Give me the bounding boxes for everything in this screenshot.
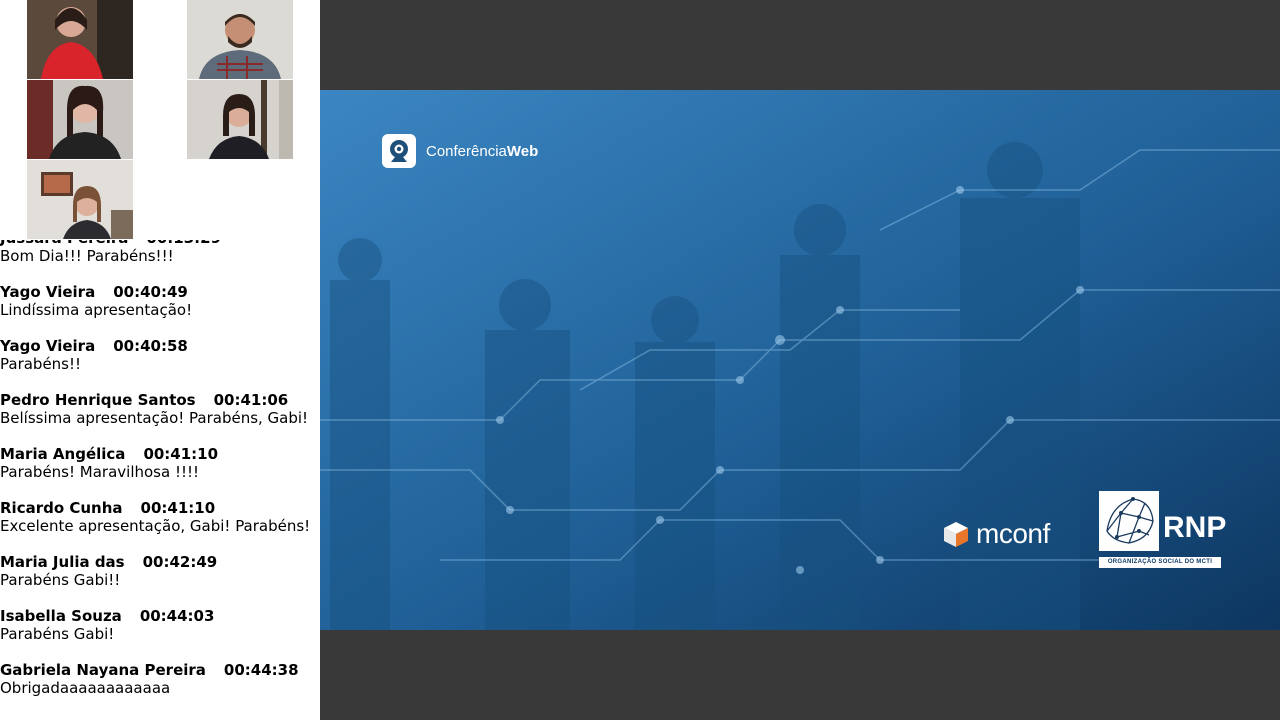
chat-message-header: Gabriela Nayana Pereira 00:44:38 (0, 661, 320, 679)
mconf-label: mconf (976, 518, 1050, 549)
chat-message: Yago Vieira 00:40:49 Lindíssima apresentaç… (0, 283, 320, 319)
rnp-label: RNP (1163, 511, 1227, 544)
chat-author: Yago Vieira (0, 283, 96, 301)
chat-message: Maria Angélica 00:41:10 Parabéns! Maravilh… (0, 445, 320, 481)
chat-timestamp: 00:40:49 (113, 283, 188, 301)
chat-text: Parabéns Gabi! (0, 625, 115, 643)
chat-timestamp: 00:44:03 (139, 607, 215, 625)
webcam-video-3[interactable] (27, 80, 133, 159)
chat-message: Ricardo Cunha 00:41:10 Excelente apresenta… (0, 499, 320, 535)
chat-author: Maria Angélica (0, 445, 126, 463)
chat-message: Pedro Henrique Santos 00:41:06 Belíssima a… (0, 391, 320, 427)
webcam-video-5[interactable] (27, 160, 133, 239)
chat-message: Maria Julia das 00:42:49 Parabéns Gabi!! (0, 553, 320, 589)
chat-timestamp: 00:41:06 (213, 391, 289, 409)
chat-message: Yago Vieira 00:40:58 Parabéns!! (0, 337, 320, 373)
left-panel: Jussara Pereira00:13:29Bom Dia!!! Parabé… (0, 0, 320, 720)
mconf-logo: mconf (942, 518, 1050, 550)
webcam-video-2[interactable] (187, 0, 293, 79)
chat-message-header: Isabella Souza 00:44:03 (0, 607, 320, 625)
chat-message-header: Pedro Henrique Santos 00:41:06 (0, 391, 320, 409)
chat-author: Gabriela Nayana Pereira (0, 661, 206, 679)
chat-text: Obrigadaaaaaaaaaaaa (0, 679, 171, 697)
webcam-video-4[interactable] (187, 80, 293, 159)
chat-text: Lindíssima apresentação! (0, 301, 193, 319)
chat-timestamp: 00:41:10 (140, 499, 216, 517)
chat-text: Belíssima apresentação! Parabéns, Gabi! (0, 409, 309, 427)
chat-timestamp: 00:44:38 (223, 661, 299, 679)
chat-text: Bom Dia!!! Parabéns!!! (0, 247, 174, 265)
rnp-subtitle: ORGANIZAÇÃO SOCIAL DO MCTI (1099, 557, 1221, 568)
chat-author: Isabella Souza (0, 607, 122, 625)
chat-messages: Jussara Pereira00:13:29Bom Dia!!! Parabé… (0, 229, 320, 697)
presentation-area: ConferênciaWeb mconf RNP ORGANIZAÇÃO SOC… (320, 0, 1280, 720)
chat-message-header: Maria Angélica 00:41:10 (0, 445, 320, 463)
chat-text: Parabéns Gabi!! (0, 571, 121, 589)
chat-author: Pedro Henrique Santos (0, 391, 196, 409)
chat-message: Gabriela Nayana Pereira 00:44:38 Obrigadaa… (0, 661, 320, 697)
webcam-video-1[interactable] (27, 0, 133, 79)
chat-message-header: Yago Vieira 00:40:58 (0, 337, 320, 355)
chat-author: Maria Julia das (0, 553, 125, 571)
brand-name: ConferênciaWeb (426, 142, 539, 160)
chat-timestamp: 00:41:10 (143, 445, 219, 463)
chat-text: Parabéns!! (0, 355, 82, 373)
chat-author: Ricardo Cunha (0, 499, 123, 517)
chat-timestamp: 00:42:49 (142, 553, 218, 571)
webcam-icon (382, 134, 416, 168)
chat-log[interactable]: Jussara Pereira00:13:29Bom Dia!!! Parabé… (0, 229, 320, 720)
rnp-logo: RNP ORGANIZAÇÃO SOCIAL DO MCTI (1099, 491, 1227, 571)
chat-timestamp: 00:40:58 (113, 337, 188, 355)
chat-message-header: Ricardo Cunha 00:41:10 (0, 499, 320, 517)
rnp-globe-icon (1099, 491, 1159, 551)
conferencia-web-logo: ConferênciaWeb (382, 134, 538, 168)
chat-author: Yago Vieira (0, 337, 96, 355)
chat-message-header: Yago Vieira 00:40:49 (0, 283, 320, 301)
chat-text: Excelente apresentação, Gabi! Parabéns! (0, 517, 311, 535)
chat-message-header: Maria Julia das 00:42:49 (0, 553, 320, 571)
webcam-grid (0, 0, 320, 240)
chat-text: Parabéns! Maravilhosa !!!! (0, 463, 199, 481)
mconf-cube-icon (944, 522, 968, 547)
presentation-slide[interactable]: ConferênciaWeb mconf RNP ORGANIZAÇÃO SOC… (320, 90, 1280, 630)
chat-message: Isabella Souza 00:44:03 Parabéns Gabi! (0, 607, 320, 643)
